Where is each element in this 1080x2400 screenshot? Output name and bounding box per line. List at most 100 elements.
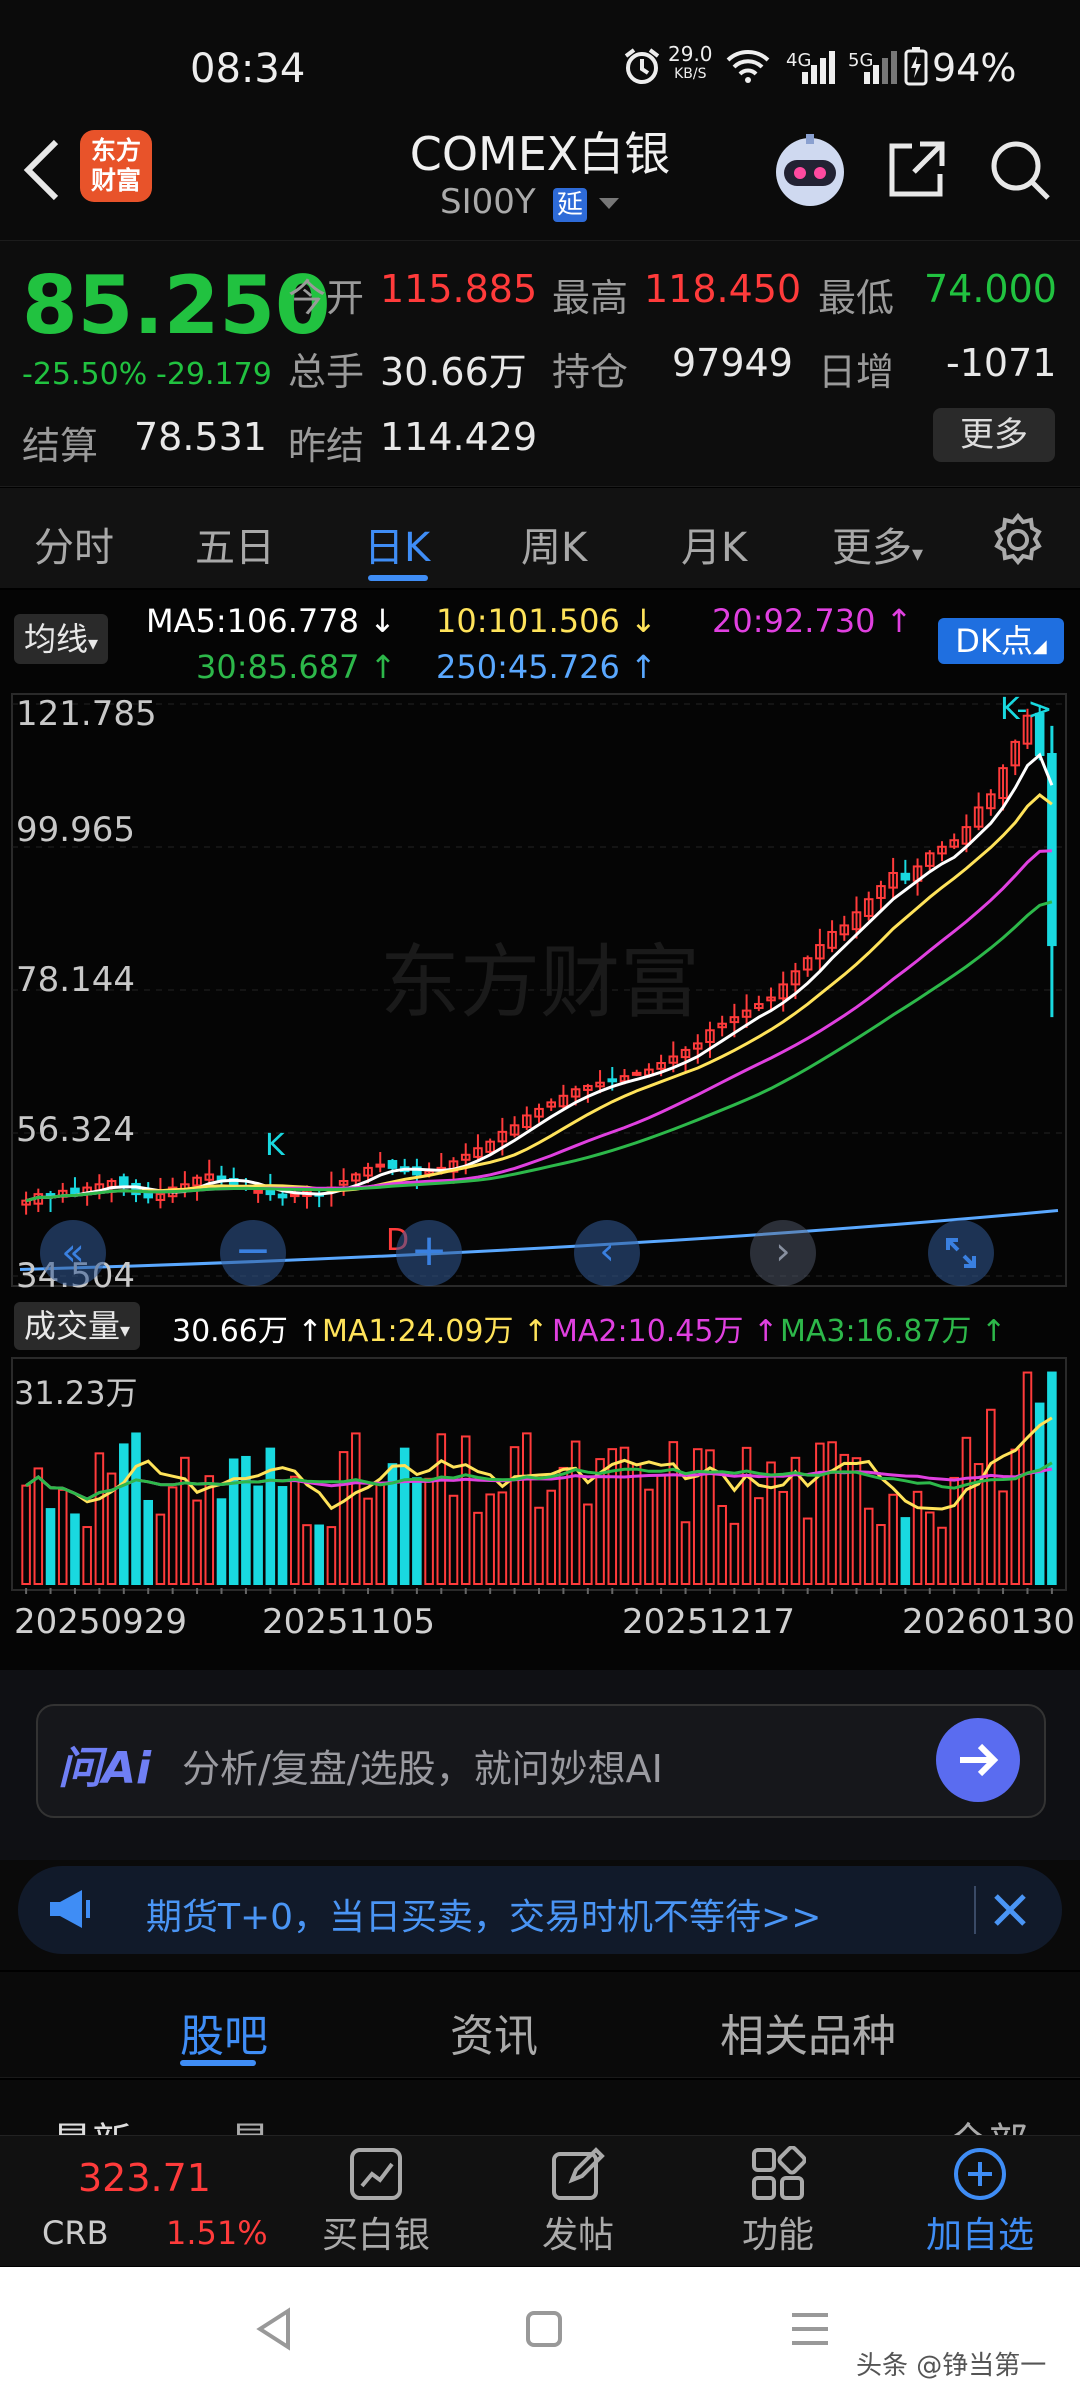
volume-bar	[143, 1499, 154, 1585]
volume-bar	[558, 1466, 569, 1585]
app-logo: 东方 财富	[80, 130, 152, 202]
tab-daily-k[interactable]: 日K	[364, 515, 430, 573]
ai-input-placeholder[interactable]: 分析/复盘/选股，就问妙想AI	[182, 1738, 663, 1793]
volume-bar	[33, 1467, 44, 1585]
status-time: 08:34	[190, 46, 306, 92]
volume-bar	[1010, 1448, 1021, 1586]
expand-icon	[946, 1238, 976, 1268]
battery-level: 94%	[932, 46, 1017, 90]
tab-weekly-k[interactable]: 周K	[521, 515, 587, 573]
volume-bar	[45, 1508, 56, 1585]
zoom-in-button[interactable]: +	[396, 1220, 462, 1286]
settings-gear-icon[interactable]	[990, 512, 1046, 572]
volume-bar	[241, 1455, 251, 1585]
more-quote-button[interactable]: 更多	[933, 408, 1055, 462]
volume-bar	[863, 1507, 874, 1585]
ai-submit-button[interactable]	[936, 1718, 1020, 1802]
volume-bar	[338, 1451, 349, 1585]
tab-five-day[interactable]: 五日	[195, 515, 275, 573]
tab-more[interactable]: 更多▾	[832, 515, 923, 573]
signal-icon	[800, 50, 836, 88]
volume-bar	[924, 1511, 935, 1585]
volume-current: 30.66万 ↑	[172, 1314, 323, 1349]
share-icon[interactable]	[884, 138, 948, 206]
ma10-value: 10:101.506 ↓	[436, 602, 657, 640]
system-nav-bar: 头条 @铮当第一	[0, 2267, 1080, 2400]
search-icon[interactable]	[988, 138, 1052, 206]
volume-bar	[839, 1453, 850, 1585]
tab-related[interactable]: 相关品种	[720, 2000, 896, 2064]
filter-second[interactable]: 最	[230, 2110, 270, 2136]
y-tick-0: 121.785	[16, 694, 157, 734]
settle-label: 结算	[22, 424, 99, 468]
x-tick-2: 20251217	[622, 1602, 796, 1642]
volume-bar	[1022, 1371, 1033, 1586]
x-tick-0: 20250929	[14, 1602, 188, 1642]
tab-monthly-k[interactable]: 月K	[681, 515, 747, 573]
tab-news[interactable]: 资讯	[450, 2000, 538, 2064]
system-back-icon[interactable]	[254, 2307, 294, 2355]
trade-chart-icon	[350, 2148, 402, 2200]
grid-apps-icon	[752, 2145, 807, 2200]
candle	[387, 1160, 398, 1169]
volume-bar	[998, 1490, 1008, 1585]
close-icon[interactable]	[988, 1888, 1032, 1936]
ma250-line	[19, 1208, 1059, 1271]
delay-badge: 延	[553, 188, 587, 222]
volume-bar	[424, 1477, 434, 1585]
volume-bar	[351, 1432, 361, 1586]
volume-bar	[216, 1498, 227, 1585]
volume-bar	[473, 1511, 483, 1586]
nav-functions[interactable]: 功能	[718, 2145, 838, 2258]
volume-bar	[119, 1443, 129, 1586]
settle-value: 78.531	[134, 415, 267, 459]
nav-buy-silver[interactable]: 买白银	[316, 2146, 436, 2258]
nav-post[interactable]: 发帖	[518, 2146, 638, 2258]
volume-bar	[167, 1486, 178, 1586]
system-menu-icon[interactable]	[790, 2309, 830, 2353]
volume-bar	[827, 1441, 837, 1585]
volume-chart[interactable]	[0, 1356, 1080, 1596]
volume-bar	[888, 1493, 898, 1585]
candle	[143, 1192, 154, 1199]
ma250-value: 250:45.726 ↑	[436, 648, 657, 686]
promo-banner[interactable]: 期货T+0，当日买卖，交易时机不等待>>	[18, 1866, 1062, 1954]
ai-search-bar[interactable]: 问Ai 分析/复盘/选股，就问妙想AI	[36, 1704, 1046, 1818]
volume-value: 30.66万	[380, 350, 527, 394]
open-interest-value: 97949	[672, 341, 793, 385]
chart-watermark: 东方财富	[380, 936, 700, 1029]
promo-text[interactable]: 期货T+0，当日买卖，交易时机不等待>>	[146, 1888, 821, 1940]
chevron-down-icon[interactable]	[598, 196, 620, 216]
contract-code[interactable]: SI00Y	[440, 182, 536, 222]
filter-all[interactable]: 全部	[948, 2110, 1028, 2136]
nav-add-watchlist[interactable]: 加自选	[920, 2146, 1040, 2258]
volume-bar	[729, 1522, 740, 1586]
scroll-left-button[interactable]: ‹	[574, 1220, 640, 1286]
zoom-out-button[interactable]: −	[220, 1220, 286, 1286]
volume-selector[interactable]: 成交量▾	[14, 1302, 141, 1350]
robot-assistant-icon[interactable]	[770, 132, 850, 212]
system-home-icon[interactable]	[524, 2309, 564, 2353]
volume-bar	[314, 1524, 324, 1585]
fullscreen-button[interactable]	[928, 1220, 994, 1286]
back-icon[interactable]	[20, 138, 64, 206]
scroll-right-button[interactable]: ›	[750, 1220, 816, 1286]
volume-bar	[815, 1442, 825, 1585]
ai-logo: 问Ai	[58, 1743, 152, 1794]
price-chart[interactable]: 东方财富 KDK->	[0, 690, 1080, 1290]
tab-intraday[interactable]: 分时	[34, 515, 114, 573]
ma-selector[interactable]: 均线▾	[14, 614, 109, 664]
scroll-start-button[interactable]: «	[40, 1220, 106, 1286]
filter-latest[interactable]: 最新	[52, 2110, 132, 2136]
tab-forum[interactable]: 股吧	[180, 2000, 268, 2064]
dk-point-button[interactable]: DK点◢	[938, 618, 1064, 664]
y-tick-1: 99.965	[16, 810, 135, 850]
volume-bar	[876, 1524, 886, 1585]
volume-bar	[717, 1505, 727, 1585]
volume-bar	[1047, 1371, 1057, 1586]
volume-bar	[253, 1485, 263, 1586]
volume-ma1-line	[25, 1416, 1053, 1511]
open-label: 今开	[288, 276, 365, 320]
quote-panel: 85.250 -25.50% -29.179 今开 115.885 最高 118…	[0, 240, 1080, 487]
volume-bar	[656, 1474, 666, 1585]
